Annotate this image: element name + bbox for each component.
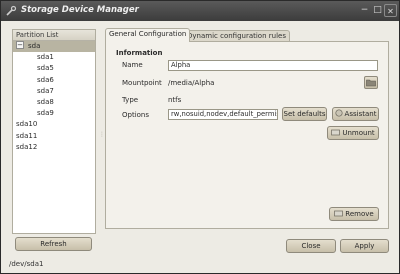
partition-label: sda1	[37, 53, 54, 62]
partition-label: sda10	[16, 120, 38, 129]
remove-button[interactable]: Remove	[329, 207, 379, 221]
partition-label: sda	[28, 42, 41, 50]
window-title: Storage Device Manager	[21, 5, 139, 15]
partition-list-item[interactable]: − sda	[13, 41, 95, 53]
apply-button[interactable]: Apply	[340, 239, 389, 253]
information-section-title: Information	[116, 49, 163, 57]
partition-list-header[interactable]: Partition List	[13, 30, 95, 41]
partition-list-item[interactable]: sda5	[13, 63, 95, 74]
partition-label: sda12	[16, 142, 38, 151]
unmount-button[interactable]: Unmount	[327, 126, 379, 140]
status-bar-text: /dev/sda1	[9, 260, 44, 268]
wrench-icon	[6, 5, 17, 16]
name-label: Name	[122, 61, 143, 69]
type-label: Type	[122, 96, 139, 104]
partition-label: sda5	[37, 64, 54, 73]
drive-icon	[331, 129, 341, 135]
partition-list[interactable]: Partition List − sda sda1 sda5 sda6 sda7 sda8 s…	[12, 29, 96, 234]
options-label: Options	[122, 111, 150, 119]
maximize-button[interactable]: □	[371, 4, 384, 17]
storage-device-manager-window: Storage Device Manager − □ ✕ Partition L…	[0, 0, 400, 274]
mountpoint-label: Mountpoint	[122, 79, 162, 87]
mountpoint-value: /media/Alpha	[168, 79, 215, 87]
refresh-button[interactable]: Refresh	[15, 237, 92, 251]
partition-label: sda11	[16, 131, 38, 140]
name-field[interactable]: Alpha	[168, 60, 378, 71]
general-configuration-panel: Information Name Alpha Mountpoint /media…	[105, 41, 389, 229]
partition-list-item[interactable]: sda10	[13, 119, 95, 130]
close-button[interactable]: Close	[286, 239, 336, 253]
partition-list-item[interactable]: sda1	[13, 52, 95, 63]
assistant-icon	[334, 109, 343, 117]
partition-list-item[interactable]: sda8	[13, 97, 95, 108]
partition-label: sda7	[37, 86, 54, 95]
options-field[interactable]: rw,nosuid,nodev,default_permiss	[168, 109, 278, 120]
set-defaults-button[interactable]: Set defaults	[282, 107, 327, 121]
close-window-button[interactable]: ✕	[384, 4, 397, 17]
partition-list-item[interactable]: sda12	[13, 142, 95, 153]
browse-mountpoint-button[interactable]	[364, 76, 378, 89]
collapse-expander-icon[interactable]: −	[16, 41, 24, 49]
partition-label: sda8	[37, 97, 54, 106]
partition-list-item[interactable]: sda7	[13, 86, 95, 97]
drive-remove-icon	[334, 210, 344, 216]
partition-list-item[interactable]: sda9	[13, 108, 95, 119]
partition-label: sda6	[37, 75, 54, 84]
partition-list-item[interactable]: sda11	[13, 131, 95, 142]
minimize-button[interactable]: −	[358, 4, 371, 17]
title-bar[interactable]: Storage Device Manager − □ ✕	[1, 1, 399, 21]
type-value: ntfs	[168, 96, 182, 104]
assistant-button[interactable]: Assistant	[332, 107, 379, 121]
partition-label: sda9	[37, 109, 54, 118]
partition-list-item[interactable]: sda6	[13, 75, 95, 86]
folder-icon	[366, 79, 376, 87]
tab-general-configuration[interactable]: General Configuration	[105, 28, 191, 42]
